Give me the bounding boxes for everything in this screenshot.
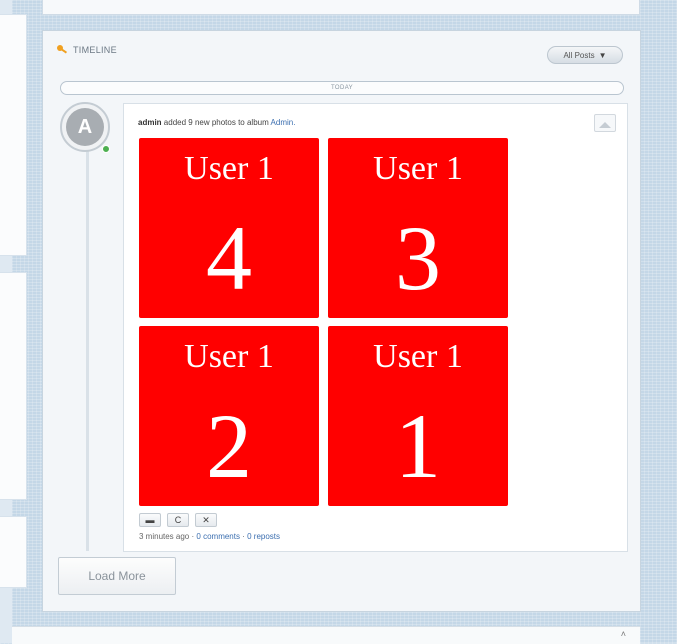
photo-tile[interactable]: User 1 1: [328, 326, 508, 506]
photo-grid: User 1 4 User 1 3 User 1 2 User 1 1: [139, 138, 509, 508]
post-time: 3 minutes ago: [139, 532, 190, 541]
post-title: admin added 9 new photos to album Admin.: [138, 118, 295, 127]
photo-label: User 1: [184, 150, 274, 187]
photo-label: User 1: [373, 150, 463, 187]
photo-tile[interactable]: User 1 4: [139, 138, 319, 318]
left-sidebar-box: [0, 516, 27, 588]
timeline-title: TIMELINE: [73, 45, 117, 55]
timeline-header: TIMELINE: [57, 45, 117, 55]
photo-number: 1: [395, 395, 441, 497]
load-more-button[interactable]: Load More: [58, 557, 176, 595]
delete-button[interactable]: ✕: [195, 513, 217, 527]
photo-number: 3: [395, 207, 441, 309]
comment-icon: ▬: [145, 515, 155, 525]
chevron-up-icon[interactable]: ˄: [621, 629, 626, 639]
bottom-bar: ˄: [12, 626, 640, 644]
reposts-link[interactable]: 0 reposts: [247, 532, 280, 541]
photo-number: 4: [206, 207, 252, 309]
post-meta: 3 minutes ago · 0 comments · 0 reposts: [139, 532, 280, 541]
filter-dropdown[interactable]: All Posts ▼: [547, 46, 623, 64]
today-divider: TODAY: [60, 81, 624, 95]
today-label: TODAY: [330, 85, 354, 91]
post-author-link[interactable]: admin: [138, 118, 162, 127]
previous-card: [42, 0, 640, 15]
photo-tile[interactable]: User 1 3: [328, 138, 508, 318]
image-icon: [594, 114, 616, 132]
photo-number: 2: [206, 395, 252, 497]
album-link[interactable]: Admin.: [271, 118, 296, 127]
refresh-icon: C: [174, 515, 182, 525]
post-actions: ▬ C ✕: [139, 513, 217, 527]
avatar-letter: A: [66, 108, 104, 146]
photo-label: User 1: [184, 338, 274, 375]
timeline-panel: TIMELINE All Posts ▼ TODAY A admin added…: [42, 30, 641, 612]
photo-label: User 1: [373, 338, 463, 375]
filter-label: All Posts: [563, 50, 595, 60]
photo-tile[interactable]: User 1 2: [139, 326, 319, 506]
timeline-post: admin added 9 new photos to album Admin.…: [123, 103, 628, 552]
left-sidebar-box: [0, 272, 27, 500]
post-action-text: added 9 new photos to album: [163, 118, 269, 127]
comment-button[interactable]: ▬: [139, 513, 161, 527]
chevron-down-icon: ▼: [598, 50, 607, 60]
left-sidebar-box: [0, 14, 27, 256]
meta-separator: ·: [191, 532, 195, 541]
close-icon: ✕: [202, 514, 210, 525]
meta-separator: ·: [242, 532, 245, 541]
repost-button[interactable]: C: [167, 513, 189, 527]
timeline-line: [86, 131, 89, 551]
avatar[interactable]: A: [60, 102, 110, 152]
key-icon: [57, 45, 67, 55]
comments-link[interactable]: 0 comments: [196, 532, 240, 541]
online-status-dot: [102, 145, 110, 153]
